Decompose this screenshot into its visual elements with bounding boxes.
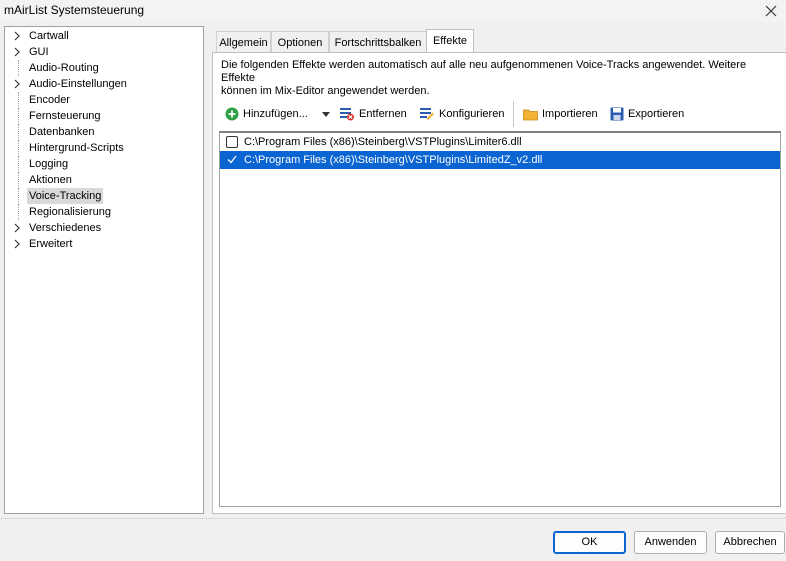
tree-connector [18,124,24,140]
tree-item-label: Logging [29,158,69,170]
checkmark-icon [227,155,237,164]
apply-button[interactable]: Anwenden [634,531,707,554]
close-button[interactable] [756,0,786,21]
list-item[interactable]: C:\Program Files (x86)\Steinberg\VSTPlug… [220,133,780,151]
dialog-button-bar: OK Anwenden Abbrechen [0,518,786,561]
window-title: mAirList Systemsteuerung [4,3,145,17]
save-icon [610,107,624,121]
remove-button[interactable]: Entfernen [339,104,407,124]
tab-effekte[interactable]: Effekte [426,29,474,53]
tree-item-cartwall[interactable]: Cartwall [5,28,203,44]
tree-item-hintergrund-scripts[interactable]: Hintergrund-Scripts [5,140,203,156]
tree-connector [18,188,24,204]
add-button-label: Hinzufügen... [243,108,308,120]
tab-allgemein[interactable]: Allgemein [216,31,271,53]
tree-item-label: Audio-Einstellungen [29,78,127,90]
export-button-label: Exportieren [628,108,685,120]
tree-item-verschiedenes[interactable]: Verschiedenes [5,220,203,236]
effect-checkbox[interactable] [226,136,238,148]
tree-item-audio-einstellungen[interactable]: Audio-Einstellungen [5,76,203,92]
import-button-label: Importieren [542,108,598,120]
effects-panel: Die folgenden Effekte werden automatisch… [212,52,786,514]
chevron-down-icon [322,112,330,117]
configure-button[interactable]: Konfigurieren [419,104,504,124]
chevron-right-icon[interactable] [12,223,22,233]
tree-connector [18,108,24,124]
tree-item-label: Verschiedenes [29,222,102,234]
effect-path: C:\Program Files (x86)\Steinberg\VSTPlug… [244,136,522,148]
tree-connector [18,172,24,188]
effects-toolbar: Hinzufügen... Entfernen Konfigurieren Im… [221,101,781,127]
tree-item-label: Datenbanken [29,126,95,138]
tree-connector [18,156,24,172]
tree-item-label: Aktionen [29,174,72,186]
tree-item-aktionen[interactable]: Aktionen [5,172,203,188]
chevron-right-icon[interactable] [12,79,22,89]
chevron-right-icon[interactable] [12,47,22,57]
description-line: können im Mix-Editor angewendet werden. [221,85,430,97]
close-icon [765,5,777,16]
cancel-button[interactable]: Abbrechen [715,531,785,554]
configure-icon [420,108,434,120]
ok-button[interactable]: OK [553,531,626,554]
toolbar-separator [513,101,514,127]
tree-item-label: Voice-Tracking [27,188,104,204]
tree-item-audio-routing[interactable]: Audio-Routing [5,60,203,76]
add-button[interactable]: Hinzufügen... [225,104,308,124]
effects-description: Die folgenden Effekte werden automatisch… [221,59,781,98]
tree-item-label: Regionalisierung [29,206,111,218]
tree-item-voice-tracking[interactable]: Voice-Tracking [5,188,203,204]
tree-item-label: Hintergrund-Scripts [29,142,124,154]
remove-icon [340,108,354,121]
tree-item-logging[interactable]: Logging [5,156,203,172]
tree-item-fernsteuerung[interactable]: Fernsteuerung [5,108,203,124]
tree-item-label: Audio-Routing [29,62,99,74]
tree-connector [18,140,24,156]
tree-connector [18,92,24,108]
tree-item-regionalisierung[interactable]: Regionalisierung [5,204,203,220]
tree-connector [18,204,24,220]
tab-fortschrittsbalken[interactable]: Fortschrittsbalken [329,31,427,53]
tree-item-encoder[interactable]: Encoder [5,92,203,108]
tab-optionen[interactable]: Optionen [271,31,329,53]
configure-button-label: Konfigurieren [439,108,505,120]
tree-item-erweitert[interactable]: Erweitert [5,236,203,252]
export-button[interactable]: Exportieren [610,104,684,124]
remove-button-label: Entfernen [359,108,407,120]
tree-item-datenbanken[interactable]: Datenbanken [5,124,203,140]
tree-item-label: GUI [29,46,49,58]
tree-item-label: Cartwall [29,30,69,42]
tree-item-label: Fernsteuerung [29,110,101,122]
tree-item-label: Encoder [29,94,70,106]
chevron-right-icon[interactable] [12,239,22,249]
tree-item-label: Erweitert [29,238,73,250]
tree-item-gui[interactable]: GUI [5,44,203,60]
chevron-right-icon[interactable] [12,31,22,41]
description-line: Die folgenden Effekte werden automatisch… [221,59,747,84]
import-button[interactable]: Importieren [523,104,598,124]
list-item[interactable]: C:\Program Files (x86)\Steinberg\VSTPlug… [220,151,780,169]
add-icon [225,107,239,121]
effect-path: C:\Program Files (x86)\Steinberg\VSTPlug… [244,154,543,166]
folder-icon [523,109,538,120]
add-dropdown-button[interactable] [321,104,335,124]
settings-tree[interactable]: Cartwall GUI Audio-Routing Audio-Einstel… [4,26,204,514]
tree-connector [18,60,24,76]
title-bar: mAirList Systemsteuerung [0,0,786,21]
effects-list[interactable]: C:\Program Files (x86)\Steinberg\VSTPlug… [219,131,781,507]
